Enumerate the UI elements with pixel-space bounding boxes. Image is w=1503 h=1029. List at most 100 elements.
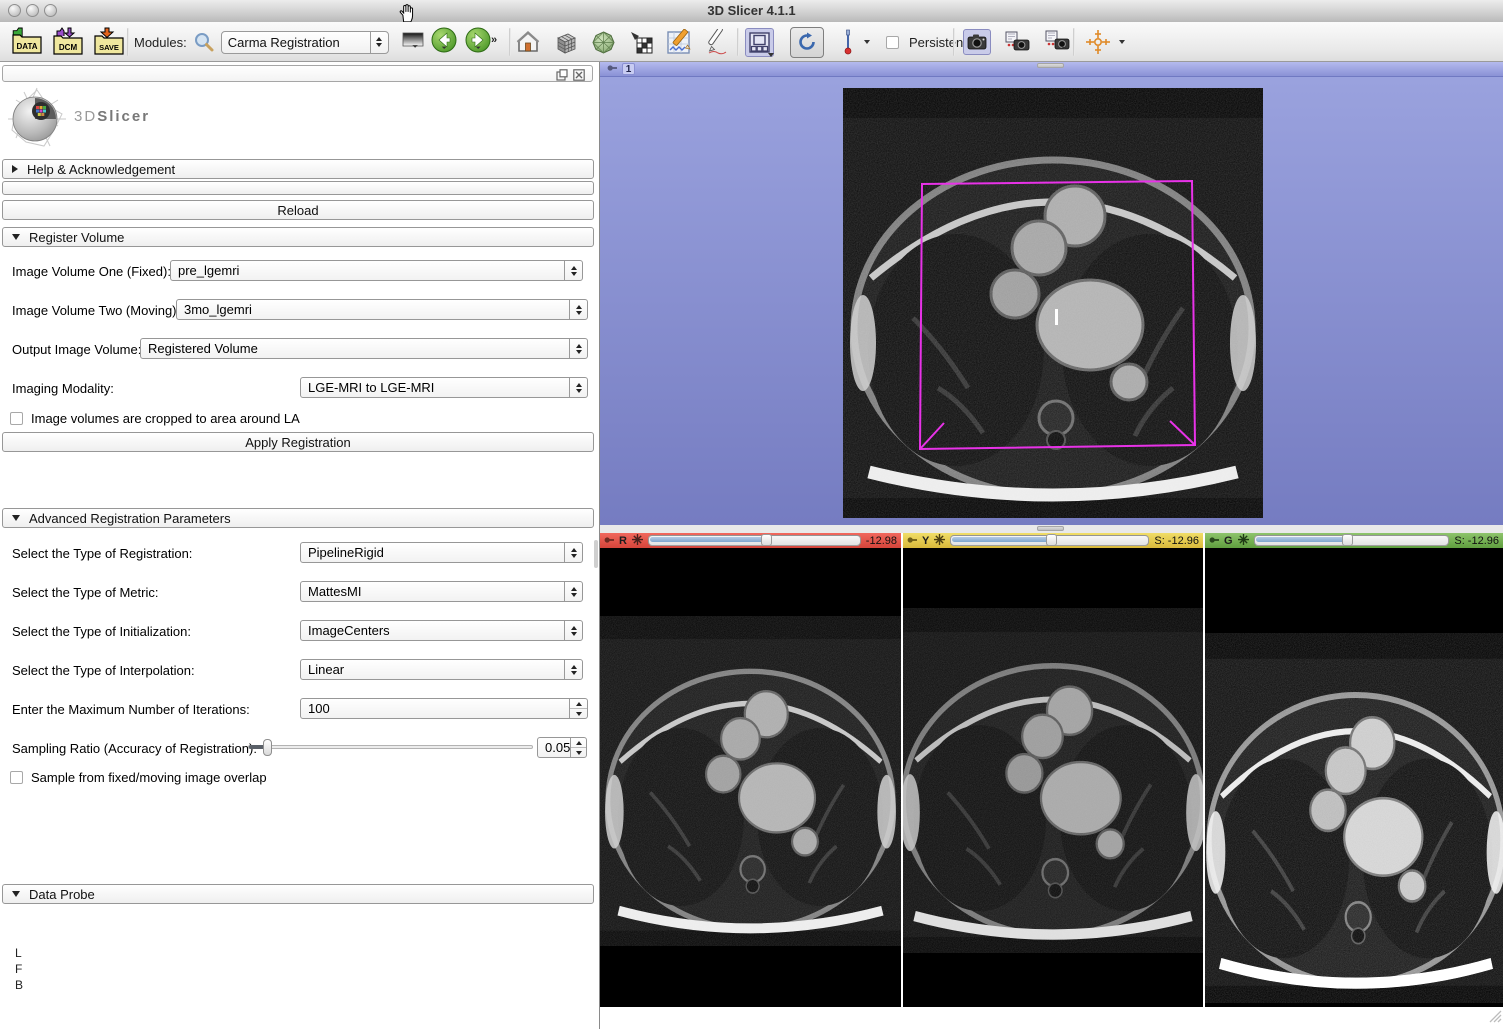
sampling-ratio-slider[interactable] <box>248 745 533 749</box>
panel-close-icon[interactable] <box>573 68 585 86</box>
pin-icon[interactable] <box>1209 532 1219 550</box>
modules-label: Modules: <box>134 35 187 50</box>
rotate-view-button[interactable] <box>790 27 824 58</box>
restore-scene-view-button[interactable] <box>1045 30 1073 54</box>
threed-top-handle[interactable] <box>1037 63 1064 68</box>
panel-scrollbar-thumb[interactable] <box>594 540 598 568</box>
help-header-label: Help & Acknowledgement <box>27 162 175 177</box>
models-sphere-icon[interactable] <box>591 30 616 55</box>
mri-slice-yellow <box>903 608 1203 953</box>
crosshair-dropdown-arrow[interactable] <box>1119 40 1125 44</box>
red-slice-controller-bar[interactable]: R -12.98 <box>600 533 901 548</box>
sample-overlap-checkbox[interactable] <box>10 771 23 784</box>
red-slice-offset: -12.98 <box>866 535 897 547</box>
toolbar-separator <box>1073 28 1075 56</box>
yellow-slice-letter: Y <box>922 535 929 547</box>
view-menu-star-icon[interactable] <box>1238 532 1249 550</box>
module-selector[interactable]: Carma Registration <box>221 31 389 54</box>
screenshot-button[interactable] <box>963 29 991 55</box>
slicer-logo: 3DSlicer <box>4 86 70 157</box>
view-menu-star-icon[interactable] <box>632 532 643 550</box>
mri-slice-3d <box>843 88 1263 518</box>
iterations-spinbox[interactable]: 100 <box>300 698 588 719</box>
register-volume-header[interactable]: Register Volume <box>2 227 594 247</box>
data-probe-header[interactable]: Data Probe <box>2 884 594 904</box>
green-slice-viewer[interactable]: G S: -12.96 <box>1205 533 1503 1007</box>
module-selector-spinner[interactable] <box>370 32 388 53</box>
advanced-parameters-header[interactable]: Advanced Registration Parameters <box>2 508 594 528</box>
imaging-modality-selector[interactable]: LGE-MRI to LGE-MRI <box>300 377 588 398</box>
module-history-button[interactable] <box>402 31 424 53</box>
register-volume-label: Register Volume <box>29 230 124 245</box>
save-button[interactable]: SAVE <box>92 27 126 57</box>
red-slider-handle[interactable] <box>761 534 772 546</box>
yellow-slice-viewer[interactable]: Y S: -12.96 <box>903 533 1203 1007</box>
title-bar[interactable]: 3D Slicer 4.1.1 <box>0 0 1503 23</box>
view-menu-star-icon[interactable] <box>934 532 945 550</box>
layout-dropdown-arrow[interactable] <box>768 53 774 57</box>
threed-view[interactable]: 1 <box>600 62 1503 525</box>
help-acknowledgement-header[interactable]: Help & Acknowledgement <box>2 159 594 179</box>
sampling-slider-handle[interactable] <box>263 739 272 756</box>
splitter-handle[interactable] <box>1037 526 1064 531</box>
fixed-volume-selector[interactable]: pre_lgemri <box>170 260 583 281</box>
dicom-button[interactable]: DCM <box>51 27 85 57</box>
probe-layer-b: B <box>15 978 23 992</box>
persistent-label: Persistent <box>909 35 967 50</box>
layout-selector-button[interactable] <box>745 28 774 57</box>
persistent-checkbox[interactable] <box>886 36 899 49</box>
reload-button[interactable]: Reload <box>2 200 594 220</box>
moving-volume-selector[interactable]: 3mo_lgemri <box>176 299 588 320</box>
module-back-button[interactable] <box>431 27 458 57</box>
red-slice-canvas[interactable] <box>600 548 901 1007</box>
metric-type-selector[interactable]: MattesMI <box>300 581 583 602</box>
pin-icon[interactable] <box>907 532 917 550</box>
main-toolbar: DATA DCM SAVE Modules: <box>0 22 1503 62</box>
svg-text:DATA: DATA <box>16 42 37 51</box>
imaging-modality-label: Imaging Modality: <box>12 381 114 396</box>
green-slider-handle[interactable] <box>1342 534 1353 546</box>
home-icon[interactable] <box>516 30 540 54</box>
volume-cube-icon[interactable] <box>553 30 578 55</box>
green-slice-controller-bar[interactable]: G S: -12.96 <box>1205 533 1503 548</box>
green-slice-canvas[interactable] <box>1205 548 1503 1007</box>
green-slice-slider[interactable] <box>1254 535 1450 546</box>
threed-view-canvas[interactable] <box>600 77 1503 525</box>
module-panel: 3DSlicer Help & Acknowledgement Reload R… <box>0 62 600 1029</box>
horizontal-splitter[interactable] <box>600 525 1503 533</box>
initialization-type-selector[interactable]: ImageCenters <box>300 620 583 641</box>
mouse-mode-dropdown-arrow[interactable] <box>864 40 870 44</box>
probe-layer-f: F <box>15 962 22 976</box>
apply-registration-button[interactable]: Apply Registration <box>2 432 594 452</box>
yellow-slice-slider[interactable] <box>950 535 1149 546</box>
moving-volume-label: Image Volume Two (Moving): <box>12 303 180 318</box>
panel-undock-icon[interactable] <box>556 68 568 86</box>
registration-type-selector[interactable]: PipelineRigid <box>300 542 583 563</box>
mri-slice-red <box>600 616 901 946</box>
window-resize-grip[interactable] <box>1487 1008 1502 1028</box>
module-forward-button[interactable]: » <box>465 27 501 57</box>
initialization-type-label: Select the Type of Initialization: <box>12 624 191 639</box>
module-search-icon[interactable] <box>194 32 214 52</box>
yellow-slice-controller-bar[interactable]: Y S: -12.96 <box>903 533 1203 548</box>
advanced-parameters-label: Advanced Registration Parameters <box>29 511 231 526</box>
pin-icon[interactable] <box>607 62 617 78</box>
load-data-button[interactable]: DATA <box>10 27 44 57</box>
interpolation-type-selector[interactable]: Linear <box>300 659 583 680</box>
output-volume-selector[interactable]: Registered Volume <box>140 338 588 359</box>
red-slice-slider[interactable] <box>648 535 861 546</box>
crop-volumes-label: Image volumes are cropped to area around… <box>31 411 300 426</box>
red-slice-viewer[interactable]: R -12.98 <box>600 533 901 1007</box>
logo-text-3d: 3D <box>74 108 97 125</box>
transforms-grid-icon[interactable] <box>629 30 653 54</box>
crosshair-button[interactable] <box>1085 29 1111 55</box>
yellow-slice-canvas[interactable] <box>903 548 1203 1007</box>
yellow-slider-handle[interactable] <box>1046 534 1057 546</box>
charts-icon[interactable] <box>666 29 692 55</box>
scene-view-capture-button[interactable] <box>1005 31 1031 53</box>
sampling-ratio-spinbox[interactable]: 0.05 <box>537 737 587 758</box>
crop-volumes-checkbox[interactable] <box>10 412 23 425</box>
mouse-mode-needle-icon[interactable] <box>842 29 854 55</box>
pin-icon[interactable] <box>604 532 614 550</box>
annotations-pen-icon[interactable] <box>705 29 731 55</box>
